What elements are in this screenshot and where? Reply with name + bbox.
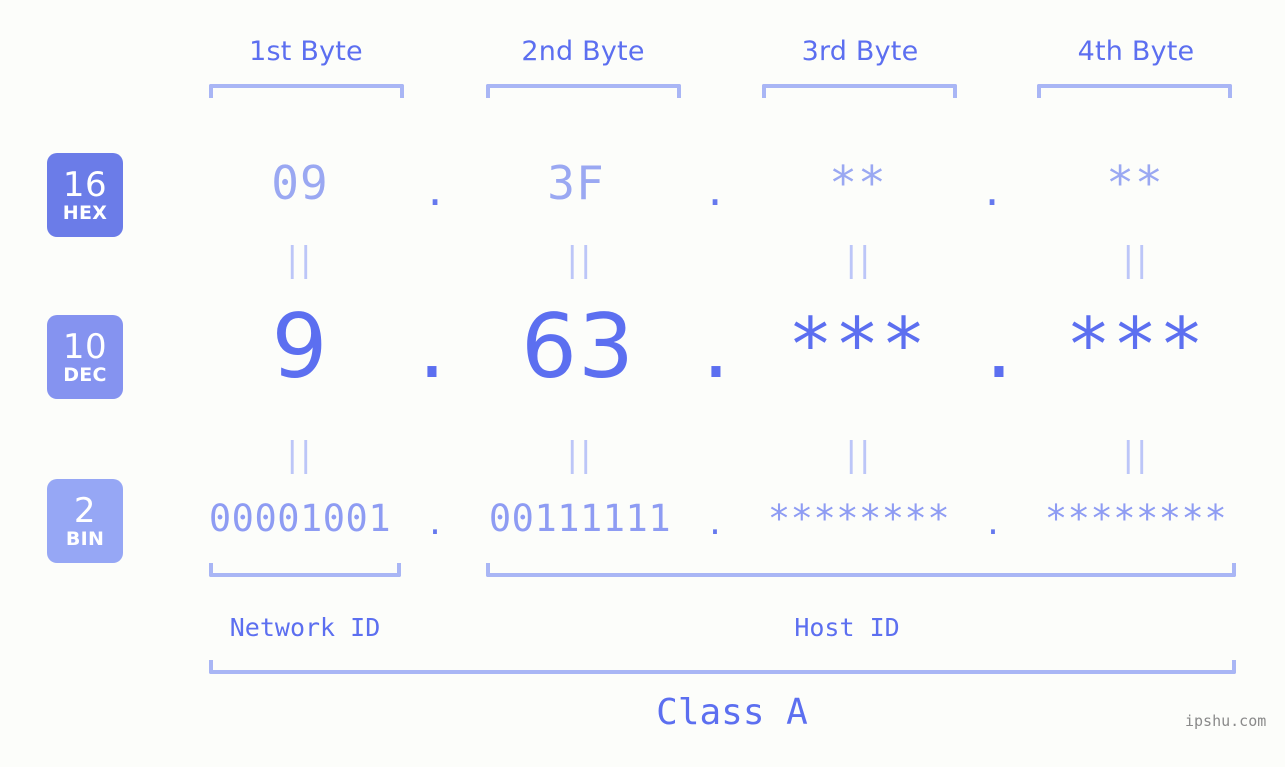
base-badge-hex: 16 HEX (47, 153, 123, 237)
base-badge-dec-label: DEC (63, 363, 107, 386)
hex-value-byte-2: 3F (547, 156, 605, 210)
equals-mark-dec-bin-2: || (566, 435, 594, 475)
hex-separator-1: . (427, 162, 443, 216)
bin-separator-2: . (709, 500, 721, 543)
byte-header-3: 3rd Byte (801, 36, 919, 67)
hex-value-byte-1: 09 (271, 156, 329, 210)
network-id-label: Network ID (229, 613, 381, 642)
equals-mark-hex-dec-3: || (845, 240, 873, 280)
hex-separator-3: . (984, 162, 1000, 216)
base-badge-hex-number: 16 (62, 164, 108, 205)
hex-separator-2: . (707, 162, 723, 216)
site-watermark: ipshu.com (1185, 712, 1267, 730)
bin-value-byte-3: ******** (767, 497, 951, 540)
base-badge-bin-number: 2 (73, 490, 97, 531)
byte-bracket-1 (209, 84, 404, 98)
byte-bracket-4 (1037, 84, 1232, 98)
bin-value-byte-4: ******** (1044, 497, 1228, 540)
class-bracket (209, 660, 1236, 674)
hex-value-byte-4: ** (1106, 156, 1164, 210)
bin-separator-3: . (987, 500, 999, 543)
dec-value-byte-1: 9 (271, 295, 329, 398)
equals-mark-hex-dec-1: || (286, 240, 314, 280)
base-badge-dec-number: 10 (62, 326, 108, 367)
bin-value-byte-1: 00001001 (208, 497, 392, 540)
byte-bracket-2 (486, 84, 681, 98)
dec-value-byte-4: *** (1066, 302, 1206, 388)
bin-value-byte-2: 00111111 (488, 497, 672, 540)
byte-header-2: 2nd Byte (521, 36, 645, 67)
equals-mark-hex-dec-2: || (566, 240, 594, 280)
base-badge-hex-label: HEX (62, 201, 108, 224)
equals-mark-dec-bin-3: || (845, 435, 873, 475)
host-id-label: Host ID (794, 613, 900, 642)
bin-separator-1: . (429, 500, 441, 543)
dec-separator-2: . (702, 295, 730, 398)
network-id-bracket (209, 563, 401, 577)
class-label: Class A (656, 692, 808, 733)
base-badge-bin: 2 BIN (47, 479, 123, 563)
base-badge-bin-label: BIN (65, 527, 105, 550)
ip-address-breakdown-diagram: 1st Byte 2nd Byte 3rd Byte 4th Byte 16 H… (0, 0, 1285, 767)
dec-value-byte-2: 63 (521, 295, 635, 398)
byte-bracket-3 (762, 84, 957, 98)
base-badge-dec: 10 DEC (47, 315, 123, 399)
dec-separator-1: . (418, 295, 446, 398)
hex-value-byte-3: ** (829, 156, 887, 210)
dec-value-byte-3: *** (788, 302, 928, 388)
equals-mark-hex-dec-4: || (1122, 240, 1150, 280)
equals-mark-dec-bin-4: || (1122, 435, 1150, 475)
equals-mark-dec-bin-1: || (286, 435, 314, 475)
byte-header-4: 4th Byte (1077, 36, 1195, 67)
host-id-bracket (486, 563, 1236, 577)
byte-header-1: 1st Byte (249, 36, 363, 67)
